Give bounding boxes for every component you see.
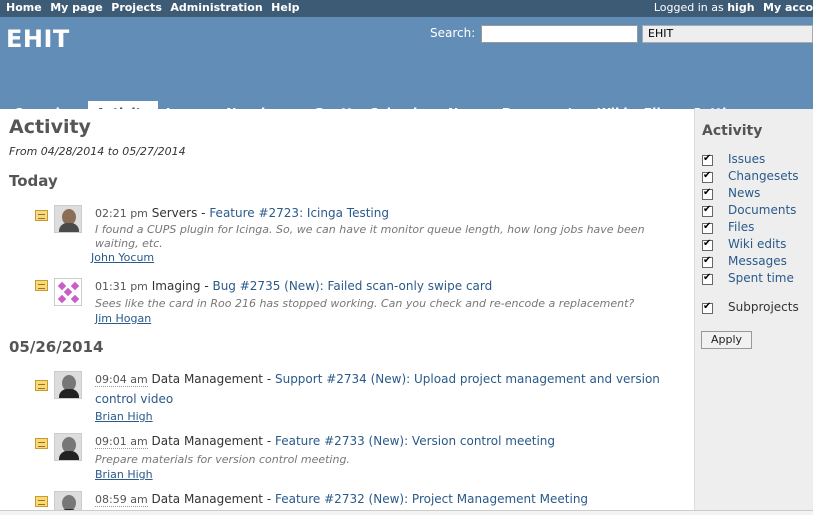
event-header: 01:31 pm Imaging - Bug #2735 (New): Fail…: [95, 279, 493, 293]
page-title: Activity: [9, 116, 91, 138]
avatar: [54, 205, 82, 233]
event-title-link[interactable]: Feature #2732 (New): Project Management …: [275, 492, 588, 506]
event-title-link[interactable]: Support #2734 (New): Upload project mana…: [275, 372, 660, 386]
issue-icon: [35, 438, 48, 449]
logged-in-text: Logged in as high: [654, 1, 755, 14]
event-author[interactable]: Brian High: [95, 410, 153, 423]
avatar: [54, 371, 82, 399]
day-heading-date: 05/26/2014: [9, 338, 104, 356]
event-title-link[interactable]: Feature #2723: Icinga Testing: [209, 206, 389, 220]
event-time: 09:01 am: [95, 435, 148, 449]
checkbox-messages[interactable]: [702, 255, 713, 268]
top-link-administration[interactable]: Administration: [170, 1, 262, 14]
event-title-link[interactable]: Bug #2735 (New): Failed scan-only swipe …: [212, 279, 492, 293]
header: EHIT Search: EHIT OverviewActivityIssues…: [0, 17, 813, 126]
subprojects-label: Subprojects: [728, 300, 799, 314]
logged-in-prefix: Logged in as: [653, 1, 724, 14]
sidebar: Activity Issues Changesets News Document…: [694, 109, 813, 515]
filter-label-issues[interactable]: Issues: [728, 152, 765, 166]
checkbox-changesets[interactable]: [702, 170, 713, 183]
checkbox-subprojects[interactable]: [702, 301, 713, 314]
event-author[interactable]: Jim Hogan: [95, 312, 151, 325]
event-header: 08:59 am Data Management - Feature #2732…: [95, 492, 589, 507]
filter-label-documents[interactable]: Documents: [728, 203, 796, 217]
logged-in-username[interactable]: high: [727, 1, 754, 14]
avatar: [54, 278, 82, 306]
event-header: 09:01 am Data Management - Feature #2733…: [95, 434, 555, 449]
checkbox-files[interactable]: [702, 221, 713, 234]
event-description: I found a CUPS plugin for Icinga. So, we…: [95, 223, 645, 250]
event-project: Servers: [151, 206, 198, 220]
event-author[interactable]: Brian High: [95, 468, 153, 481]
search-label: Search:: [430, 26, 476, 40]
event-time: 09:04 am: [95, 373, 148, 387]
avatar: [54, 433, 82, 461]
event-author[interactable]: John Yocum: [91, 251, 154, 264]
top-menu-links: Home My page Projects Administration Hel…: [6, 1, 304, 14]
checkbox-wiki-edits[interactable]: [702, 238, 713, 251]
event-project: Data Management: [151, 492, 263, 506]
filter-label-files[interactable]: Files: [728, 220, 754, 234]
top-menu: Home My page Projects Administration Hel…: [0, 0, 813, 17]
checkbox-documents[interactable]: [702, 204, 713, 217]
top-link-my-page[interactable]: My page: [50, 1, 103, 14]
event-description: Prepare materials for version control me…: [95, 453, 350, 466]
event-project: Imaging: [151, 279, 201, 293]
event-project: Data Management: [151, 434, 263, 448]
project-title: EHIT: [6, 25, 70, 53]
event-time: 02:21 pm: [95, 207, 148, 220]
filter-label-news[interactable]: News: [728, 186, 760, 200]
event-header: 02:21 pm Servers - Feature #2723: Icinga…: [95, 206, 389, 220]
event-description: Sees like the card in Roo 216 has stoppe…: [95, 297, 635, 310]
issue-icon: [35, 280, 48, 291]
issue-icon: [35, 380, 48, 391]
checkbox-issues[interactable]: [702, 153, 713, 166]
apply-button[interactable]: Apply: [701, 331, 752, 349]
event-header-wrap: control video: [95, 392, 173, 406]
top-link-projects[interactable]: Projects: [111, 1, 162, 14]
comment-icon: [35, 210, 48, 221]
event-title-link[interactable]: Feature #2733 (New): Version control mee…: [275, 434, 555, 448]
event-header: 09:04 am Data Management - Support #2734…: [95, 372, 660, 387]
filter-label-changesets[interactable]: Changesets: [728, 169, 799, 183]
event-time: 08:59 am: [95, 493, 148, 507]
account-area: Logged in as high My acco: [654, 1, 813, 14]
content: Activity From 04/28/2014 to 05/27/2014 T…: [0, 109, 694, 515]
date-range: From 04/28/2014 to 05/27/2014: [9, 145, 186, 158]
top-link-home[interactable]: Home: [6, 1, 42, 14]
search-input[interactable]: [481, 25, 638, 43]
horizontal-scrollbar[interactable]: [0, 510, 813, 515]
checkbox-news[interactable]: [702, 187, 713, 200]
day-heading-today: Today: [9, 172, 58, 190]
issue-icon: [35, 496, 48, 507]
filter-label-wiki-edits[interactable]: Wiki edits: [728, 237, 786, 251]
checkbox-spent-time[interactable]: [702, 272, 713, 285]
filter-label-spent-time[interactable]: Spent time: [728, 271, 794, 285]
event-title-link-cont[interactable]: control video: [95, 392, 173, 406]
event-project: Data Management: [151, 372, 263, 386]
event-time: 01:31 pm: [95, 280, 148, 293]
filter-label-messages[interactable]: Messages: [728, 254, 787, 268]
sidebar-title: Activity: [702, 123, 763, 139]
top-link-help[interactable]: Help: [271, 1, 299, 14]
my-account-link[interactable]: My acco: [763, 1, 813, 14]
project-jump-select[interactable]: EHIT: [642, 25, 813, 43]
